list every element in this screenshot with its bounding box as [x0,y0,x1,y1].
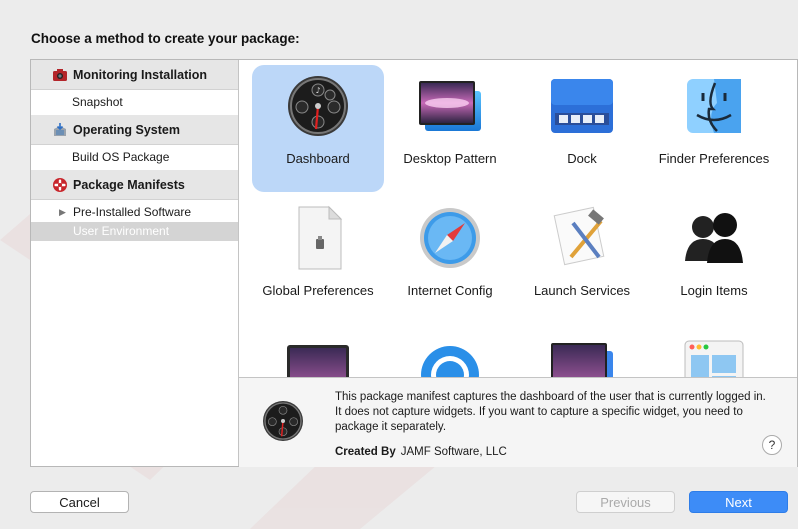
sidebar-section-label: Monitoring Installation [73,68,208,82]
sidebar-section-label: Package Manifests [73,178,185,192]
tile-label: Login Items [680,283,748,298]
help-button[interactable]: ? [762,435,782,455]
sidebar-item-build-os-package[interactable]: Build OS Package [31,148,238,167]
tile-finder-preferences[interactable]: Finder Preferences [648,65,780,192]
tile-screen-saver[interactable] [252,329,384,384]
package-method-panel: Monitoring Installation Snapshot Operati… [30,59,798,467]
tile-label: Global Preferences [262,283,374,298]
next-button[interactable]: Next [689,491,788,513]
sidebar-section-package-manifests[interactable]: Package Manifests [31,170,238,200]
manifest-grid: ♪ Dashboard Desktop Pattern Dock Finder … [239,60,797,384]
created-by: Created By JAMF Software, LLC [335,446,507,458]
safari-icon [420,208,480,268]
sidebar-section-operating-system[interactable]: Operating System [31,115,238,145]
tile-window[interactable] [648,329,780,384]
sidebar-item-user-environment[interactable]: User Environment [31,222,238,241]
manifest-badge-icon [53,178,67,192]
tile-internet-config[interactable]: Internet Config [384,197,516,324]
tile-label: Dashboard [286,151,350,166]
dock-icon [551,79,613,133]
sidebar: Monitoring Installation Snapshot Operati… [31,60,239,466]
tile-dashboard[interactable]: ♪ Dashboard [252,65,384,192]
tile-login-items[interactable]: Login Items [648,197,780,324]
tile-launch-services[interactable]: Launch Services [516,197,648,324]
login-items-icon [685,213,743,263]
created-by-label: Created By [335,446,396,458]
description-text: This package manifest captures the dashb… [335,391,766,433]
svg-text:♪: ♪ [315,86,320,95]
global-preferences-icon [298,205,343,270]
cancel-button[interactable]: Cancel [30,491,129,513]
tile-quicktime[interactable] [384,329,516,384]
created-by-value: JAMF Software, LLC [400,446,507,458]
tile-label: Finder Preferences [658,151,770,166]
sidebar-item-pre-installed-software[interactable]: ▶ Pre-Installed Software [31,203,238,222]
tile-label: Launch Services [533,283,631,298]
description-pane: This package manifest captures the dashb… [239,377,797,467]
tile-dock[interactable]: Dock [516,65,648,192]
previous-button[interactable]: Previous [576,491,675,513]
tile-label: Desktop Pattern [403,151,497,166]
dashboard-icon [263,401,303,441]
sidebar-section-monitoring-installation[interactable]: Monitoring Installation [31,60,238,90]
tile-desktop-pattern[interactable]: Desktop Pattern [384,65,516,192]
sidebar-item-snapshot[interactable]: Snapshot [31,93,238,112]
tile-desktop[interactable] [516,329,648,384]
page-heading: Choose a method to create your package: [31,31,300,46]
disclosure-triangle-icon[interactable]: ▶ [59,203,66,222]
camera-icon [53,69,67,81]
tile-label: Internet Config [407,283,493,298]
tile-label: Dock [567,151,597,166]
os-installer-icon [54,123,66,136]
tile-global-preferences[interactable]: Global Preferences [252,197,384,324]
dashboard-icon: ♪ [288,76,348,136]
launch-services-icon [553,206,605,266]
finder-icon [687,79,741,133]
desktop-pattern-icon [419,81,481,131]
sidebar-section-label: Operating System [73,123,180,137]
